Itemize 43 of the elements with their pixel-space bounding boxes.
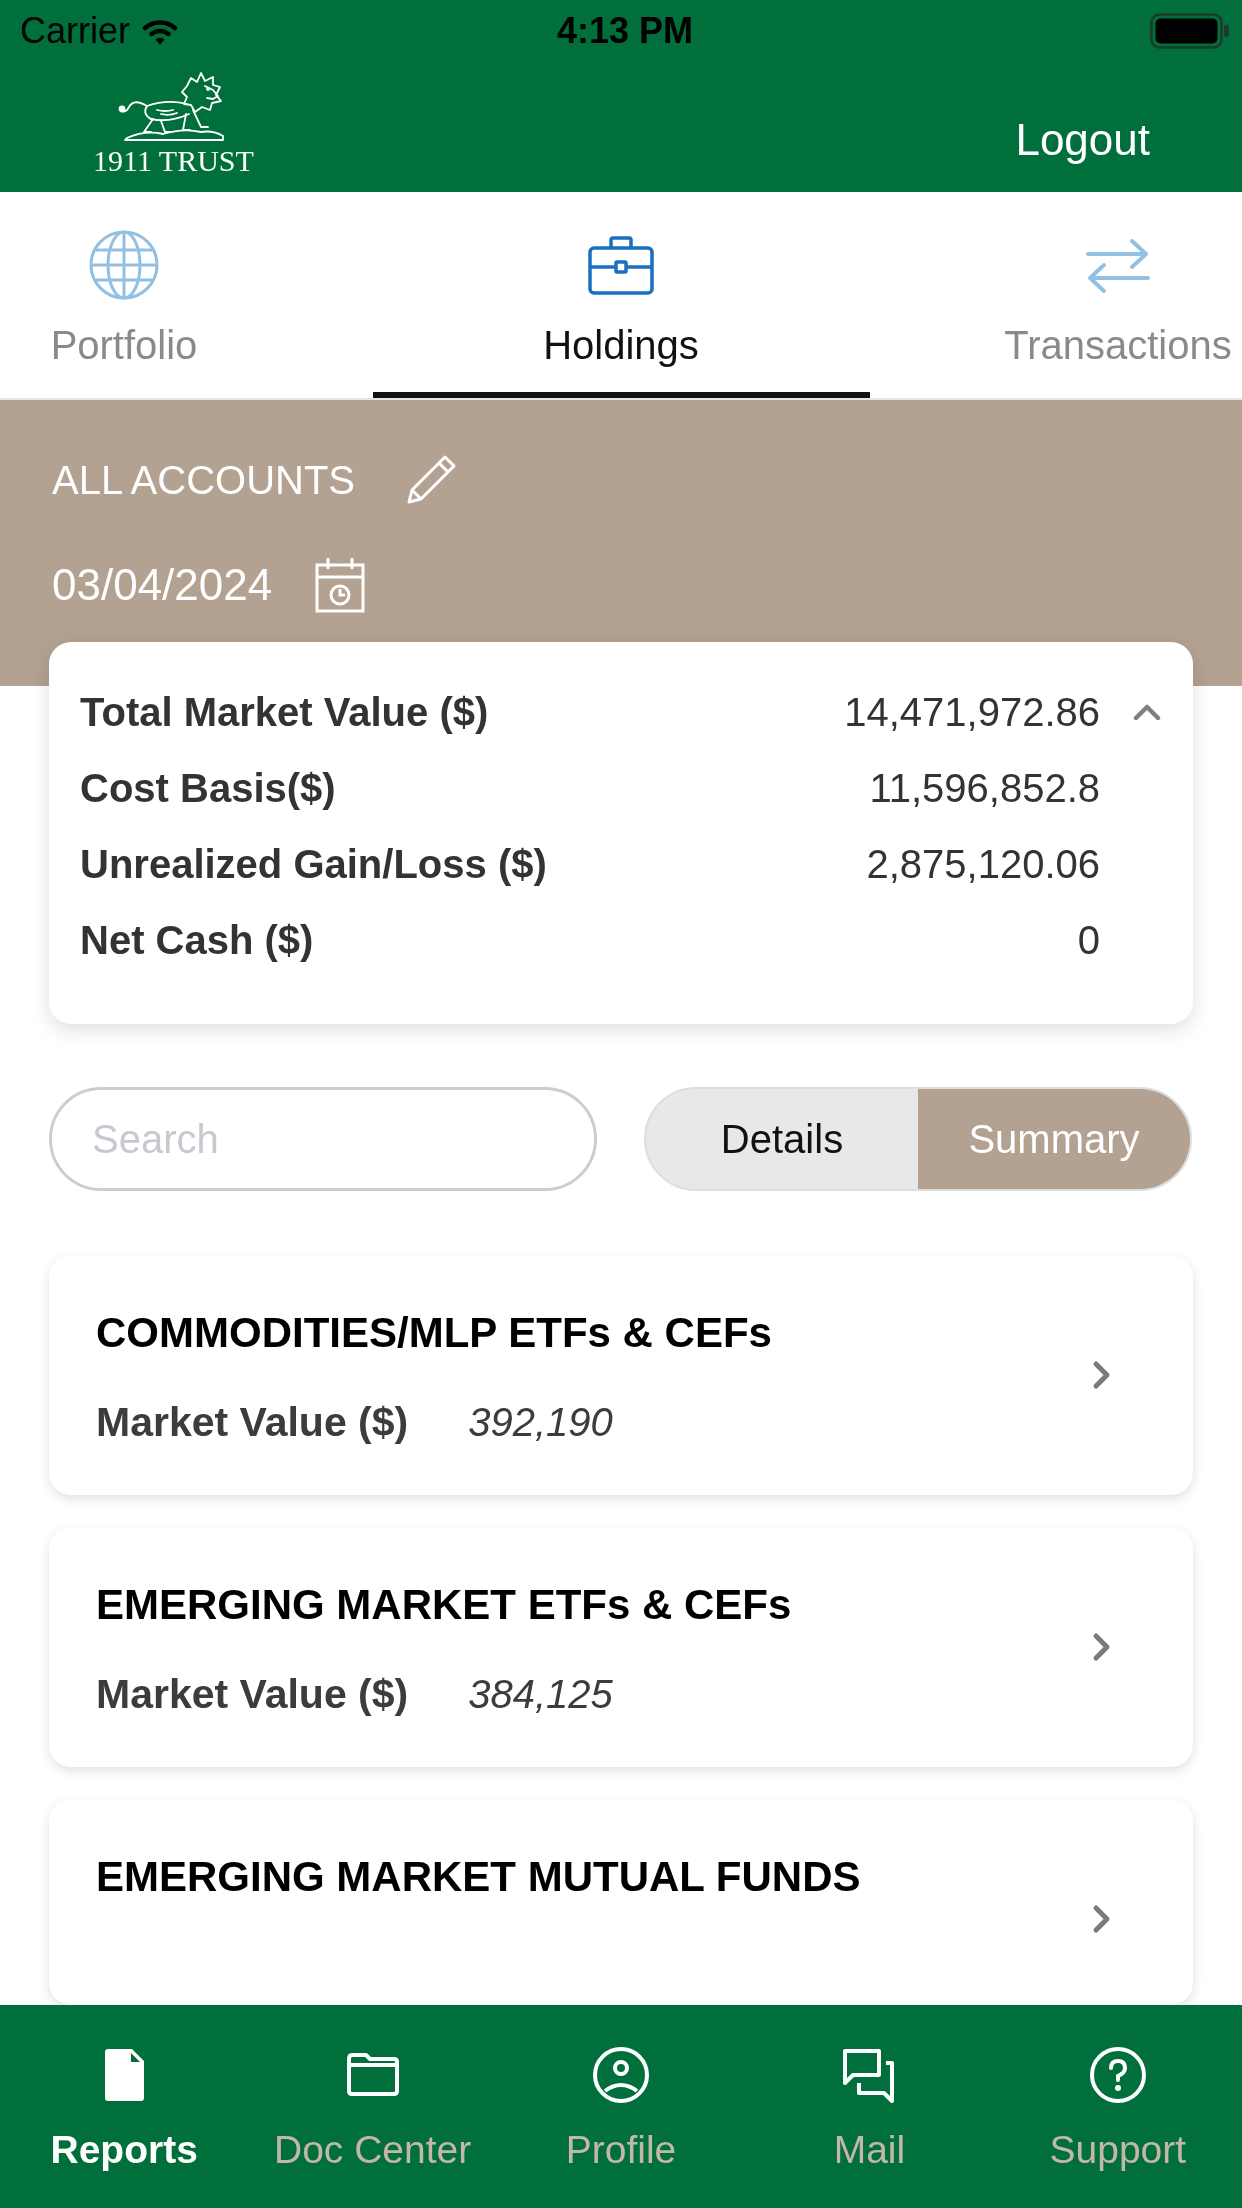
chevron-right-icon [1092,1904,1112,1934]
user-circle-icon [591,2045,651,2105]
summary-value: 14,471,972.86 [844,689,1100,735]
market-value: 384,125 [468,1671,613,1718]
summary-label: Unrealized Gain/Loss ($) [80,841,547,887]
as-of-date: 03/04/2024 [52,560,273,610]
holding-group-card[interactable]: COMMODITIES/MLP ETFs & CEFs Market Value ($) 392,190 [49,1255,1193,1495]
tab[interactable]: Portfolio [0,192,248,398]
group-title: EMERGING MARKET MUTUAL FUNDS [96,1852,861,1902]
summary-value: 11,596,852.8 [869,765,1100,811]
clock-time: 4:13 PM [556,10,694,52]
wifi-icon [142,17,178,45]
summary-value: 2,875,120.06 [866,841,1100,887]
tab[interactable]: Transactions [994,192,1242,398]
group-title: EMERGING MARKET ETFs & CEFs [96,1580,792,1630]
globe-icon [88,229,160,301]
account-name: ALL ACCOUNTS [52,457,356,503]
nav-item[interactable]: Reports [0,2005,249,2208]
summary-label: Total Market Value ($) [80,689,489,735]
help-icon [1087,2045,1148,2105]
segment-button[interactable]: Details [646,1089,918,1189]
market-value-label: Market Value ($) [96,1398,409,1447]
market-value: 392,190 [468,1399,613,1446]
summary-label: Cost Basis($) [80,765,336,811]
nav-item[interactable]: Profile [496,2005,746,2208]
chevron-right-icon [1092,1632,1112,1662]
logout-button[interactable]: Logout [1015,112,1150,168]
caret-icon[interactable] [1133,704,1161,720]
summary-value: 0 [1077,917,1100,963]
nav-item[interactable]: Doc Center [248,2005,497,2208]
group-title: COMMODITIES/MLP ETFs & CEFs [96,1308,772,1358]
calendar-icon[interactable] [314,556,367,614]
carrier-name: Carrier [20,10,130,52]
holding-group-card[interactable]: EMERGING MARKET ETFs & CEFs Market Value ($) 384,125 [49,1527,1193,1767]
battery-icon [1150,13,1230,49]
search-field[interactable]: Search [49,1087,597,1191]
holding-group-card[interactable]: EMERGING MARKET MUTUAL FUNDS [49,1799,1193,2005]
nav-item[interactable]: Mail [745,2005,994,2208]
logo-text: 1911 TRUST [93,144,254,178]
chevron-right-icon [1092,1360,1112,1390]
summary-label: Net Cash ($) [80,917,314,963]
market-value-label: Market Value ($) [96,1670,409,1719]
nav-item[interactable]: Support [993,2005,1242,2208]
